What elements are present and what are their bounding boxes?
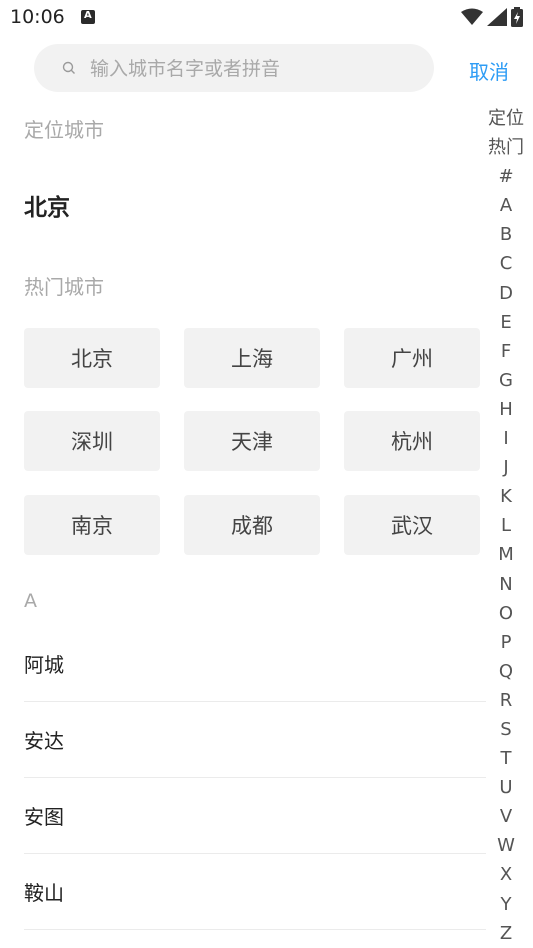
index-item[interactable]: A bbox=[486, 191, 526, 220]
hot-city-button[interactable]: 成都 bbox=[184, 495, 320, 555]
hot-city-button[interactable]: 深圳 bbox=[24, 411, 160, 471]
notification-icon bbox=[81, 10, 95, 24]
list-item[interactable]: 安达 bbox=[24, 702, 486, 778]
status-bar: 10:06 bbox=[0, 0, 533, 36]
letter-section-header: A bbox=[24, 590, 37, 612]
index-item[interactable]: J bbox=[486, 453, 526, 482]
hot-city-button[interactable]: 北京 bbox=[24, 328, 160, 388]
system-icons bbox=[461, 7, 523, 27]
wifi-icon bbox=[461, 8, 483, 25]
index-item[interactable]: I bbox=[486, 424, 526, 453]
search-box[interactable] bbox=[34, 44, 434, 94]
index-item[interactable]: C bbox=[486, 249, 526, 278]
list-item[interactable]: 阿城 bbox=[24, 626, 486, 702]
search-icon bbox=[62, 61, 75, 74]
list-item-label: 阿城 bbox=[24, 653, 64, 677]
location-section-title: 定位城市 bbox=[24, 118, 104, 142]
index-item[interactable]: L bbox=[486, 511, 526, 540]
hot-city-button[interactable]: 南京 bbox=[24, 495, 160, 555]
index-item[interactable]: N bbox=[486, 570, 526, 599]
alphabet-index-bar[interactable]: 定位 热门 # A B C D E F G H I J K L M N O P … bbox=[486, 104, 526, 948]
hot-city-button[interactable]: 天津 bbox=[184, 411, 320, 471]
city-list: 阿城 安达 安图 鞍山 bbox=[24, 626, 486, 930]
hot-city-button[interactable]: 杭州 bbox=[344, 411, 480, 471]
index-item[interactable]: O bbox=[486, 599, 526, 628]
index-item[interactable]: E bbox=[486, 308, 526, 337]
list-item-label: 安图 bbox=[24, 805, 64, 829]
index-item[interactable]: U bbox=[486, 773, 526, 802]
index-item[interactable]: Y bbox=[486, 890, 526, 919]
cancel-button[interactable]: 取消 bbox=[469, 56, 509, 85]
list-item[interactable]: 安图 bbox=[24, 778, 486, 854]
index-item[interactable]: # bbox=[486, 162, 526, 191]
location-city[interactable]: 北京 bbox=[24, 188, 70, 222]
status-time: 10:06 bbox=[10, 6, 65, 28]
index-item[interactable]: W bbox=[486, 831, 526, 860]
hot-city-button[interactable]: 上海 bbox=[184, 328, 320, 388]
index-item[interactable]: F bbox=[486, 337, 526, 366]
search-input[interactable] bbox=[88, 44, 422, 94]
index-item[interactable]: R bbox=[486, 686, 526, 715]
signal-icon bbox=[487, 8, 507, 26]
hot-city-button[interactable]: 武汉 bbox=[344, 495, 480, 555]
index-item[interactable]: P bbox=[486, 628, 526, 657]
list-item[interactable]: 鞍山 bbox=[24, 854, 486, 930]
index-item[interactable]: Q bbox=[486, 657, 526, 686]
index-item[interactable]: H bbox=[486, 395, 526, 424]
search-row: 取消 bbox=[0, 44, 533, 94]
index-item[interactable]: V bbox=[486, 802, 526, 831]
hot-city-button[interactable]: 广州 bbox=[344, 328, 480, 388]
index-item[interactable]: D bbox=[486, 279, 526, 308]
index-item[interactable]: T bbox=[486, 744, 526, 773]
list-item-label: 安达 bbox=[24, 729, 64, 753]
index-item[interactable]: X bbox=[486, 860, 526, 889]
index-item[interactable]: K bbox=[486, 482, 526, 511]
index-item[interactable]: B bbox=[486, 220, 526, 249]
battery-icon bbox=[511, 7, 523, 27]
index-item[interactable]: 定位 bbox=[486, 104, 526, 133]
index-item[interactable]: M bbox=[486, 540, 526, 569]
index-item[interactable]: Z bbox=[486, 919, 526, 948]
hot-section-title: 热门城市 bbox=[24, 275, 104, 299]
index-item[interactable]: 热门 bbox=[486, 133, 526, 162]
list-item-label: 鞍山 bbox=[24, 881, 64, 905]
index-item[interactable]: S bbox=[486, 715, 526, 744]
index-item[interactable]: G bbox=[486, 366, 526, 395]
